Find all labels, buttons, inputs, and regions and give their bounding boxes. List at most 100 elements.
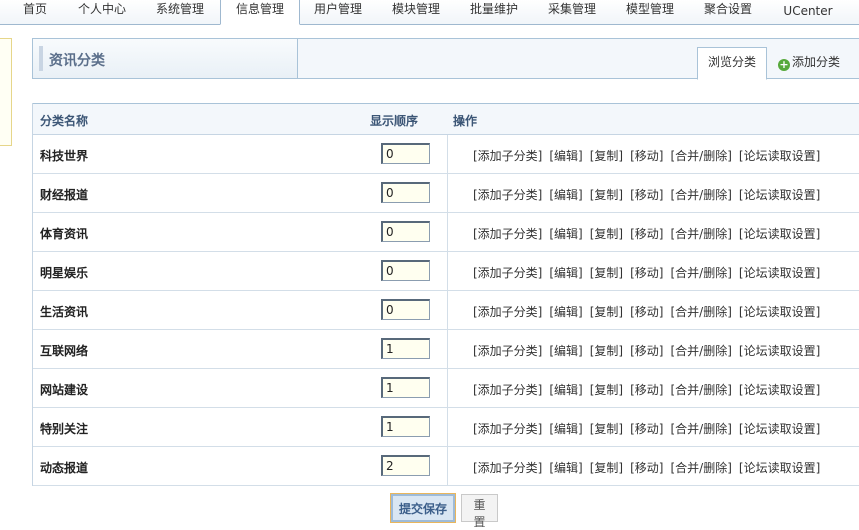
- add-child-category-link[interactable]: [添加子分类]: [473, 383, 542, 397]
- merge-delete-link[interactable]: [合并/删除]: [671, 422, 732, 436]
- edit-link[interactable]: [编辑]: [549, 266, 582, 280]
- display-order-input[interactable]: [381, 221, 430, 242]
- edit-link[interactable]: [编辑]: [549, 188, 582, 202]
- merge-delete-link[interactable]: [合并/删除]: [671, 305, 732, 319]
- move-link[interactable]: [移动]: [630, 305, 663, 319]
- column-divider: [447, 369, 448, 407]
- edit-link[interactable]: [编辑]: [549, 344, 582, 358]
- merge-delete-link[interactable]: [合并/删除]: [671, 383, 732, 397]
- copy-link[interactable]: [复制]: [590, 188, 623, 202]
- merge-delete-link[interactable]: [合并/删除]: [671, 461, 732, 475]
- section-title-box: 资讯分类: [33, 39, 298, 78]
- merge-delete-link[interactable]: [合并/删除]: [671, 227, 732, 241]
- edit-link[interactable]: [编辑]: [549, 305, 582, 319]
- move-link[interactable]: [移动]: [630, 422, 663, 436]
- add-child-category-link[interactable]: [添加子分类]: [473, 188, 542, 202]
- move-link[interactable]: [移动]: [630, 227, 663, 241]
- tab-info-management[interactable]: 信息管理: [220, 0, 300, 25]
- row-actions: [添加子分类] [编辑] [复制] [移动] [合并/删除] [论坛读取设置]: [473, 147, 827, 164]
- table-row: 财经报道 [添加子分类] [编辑] [复制] [移动] [合并/删除] [论坛读取设置]: [33, 174, 859, 213]
- row-actions: [添加子分类] [编辑] [复制] [移动] [合并/删除] [论坛读取设置]: [473, 303, 827, 320]
- forum-read-settings-link[interactable]: [论坛读取设置]: [739, 227, 820, 241]
- forum-read-settings-link[interactable]: [论坛读取设置]: [739, 344, 820, 358]
- forum-read-settings-link[interactable]: [论坛读取设置]: [739, 461, 820, 475]
- column-divider: [447, 252, 448, 290]
- edit-link[interactable]: [编辑]: [549, 461, 582, 475]
- tab-system-management[interactable]: 系统管理: [150, 0, 210, 22]
- display-order-input[interactable]: [381, 182, 430, 203]
- tab-collect-management[interactable]: 采集管理: [542, 0, 602, 22]
- edit-link[interactable]: [编辑]: [549, 227, 582, 241]
- tab-batch-maintenance[interactable]: 批量维护: [464, 0, 524, 22]
- tab-personal-center[interactable]: 个人中心: [72, 0, 132, 22]
- move-link[interactable]: [移动]: [630, 383, 663, 397]
- submit-save-button[interactable]: 提交保存: [390, 493, 456, 523]
- tab-module-management[interactable]: 模块管理: [386, 0, 446, 22]
- category-name: 明星娱乐: [40, 266, 89, 280]
- copy-link[interactable]: [复制]: [590, 305, 623, 319]
- display-order-input[interactable]: [381, 455, 430, 476]
- forum-read-settings-link[interactable]: [论坛读取设置]: [739, 422, 820, 436]
- copy-link[interactable]: [复制]: [590, 422, 623, 436]
- row-actions: [添加子分类] [编辑] [复制] [移动] [合并/删除] [论坛读取设置]: [473, 264, 827, 281]
- row-actions: [添加子分类] [编辑] [复制] [移动] [合并/删除] [论坛读取设置]: [473, 459, 827, 476]
- add-child-category-link[interactable]: [添加子分类]: [473, 266, 542, 280]
- add-category-link[interactable]: + 添加分类: [778, 54, 840, 71]
- display-order-input[interactable]: [381, 377, 430, 398]
- move-link[interactable]: [移动]: [630, 149, 663, 163]
- copy-link[interactable]: [复制]: [590, 344, 623, 358]
- reset-button[interactable]: 重置: [461, 494, 498, 529]
- display-order-input[interactable]: [381, 260, 430, 281]
- display-order-input[interactable]: [381, 416, 430, 437]
- copy-link[interactable]: [复制]: [590, 266, 623, 280]
- edit-link[interactable]: [编辑]: [549, 383, 582, 397]
- add-child-category-link[interactable]: [添加子分类]: [473, 227, 542, 241]
- display-order-input[interactable]: [381, 338, 430, 359]
- column-divider: [447, 135, 448, 173]
- tab-model-management[interactable]: 模型管理: [620, 0, 680, 22]
- move-link[interactable]: [移动]: [630, 344, 663, 358]
- forum-read-settings-link[interactable]: [论坛读取设置]: [739, 383, 820, 397]
- move-link[interactable]: [移动]: [630, 266, 663, 280]
- column-divider: [447, 330, 448, 368]
- tab-browse-categories[interactable]: 浏览分类: [697, 47, 767, 80]
- forum-read-settings-link[interactable]: [论坛读取设置]: [739, 305, 820, 319]
- forum-read-settings-link[interactable]: [论坛读取设置]: [739, 188, 820, 202]
- edit-link[interactable]: [编辑]: [549, 422, 582, 436]
- add-child-category-link[interactable]: [添加子分类]: [473, 461, 542, 475]
- table-header: 分类名称 显示顺序 操作: [33, 103, 859, 135]
- move-link[interactable]: [移动]: [630, 188, 663, 202]
- copy-link[interactable]: [复制]: [590, 461, 623, 475]
- edit-link[interactable]: [编辑]: [549, 149, 582, 163]
- display-order-input[interactable]: [381, 143, 430, 164]
- add-child-category-link[interactable]: [添加子分类]: [473, 305, 542, 319]
- merge-delete-link[interactable]: [合并/删除]: [671, 188, 732, 202]
- column-header-name: 分类名称: [40, 114, 89, 128]
- tab-home[interactable]: 首页: [14, 0, 56, 22]
- copy-link[interactable]: [复制]: [590, 383, 623, 397]
- forum-read-settings-link[interactable]: [论坛读取设置]: [739, 266, 820, 280]
- add-child-category-link[interactable]: [添加子分类]: [473, 422, 542, 436]
- add-child-category-link[interactable]: [添加子分类]: [473, 149, 542, 163]
- table-row: 体育资讯 [添加子分类] [编辑] [复制] [移动] [合并/删除] [论坛读取设置]: [33, 213, 859, 252]
- tab-ucenter[interactable]: UCenter: [776, 2, 840, 24]
- column-divider: [447, 174, 448, 212]
- column-divider: [447, 447, 448, 485]
- move-link[interactable]: [移动]: [630, 461, 663, 475]
- add-child-category-link[interactable]: [添加子分类]: [473, 344, 542, 358]
- tab-aggregate-settings[interactable]: 聚合设置: [698, 0, 758, 22]
- table-row: 特别关注 [添加子分类] [编辑] [复制] [移动] [合并/删除] [论坛读取设置]: [33, 408, 859, 447]
- left-side-panel: [0, 38, 12, 146]
- copy-link[interactable]: [复制]: [590, 227, 623, 241]
- table-row: 互联网络 [添加子分类] [编辑] [复制] [移动] [合并/删除] [论坛读取设置]: [33, 330, 859, 369]
- forum-read-settings-link[interactable]: [论坛读取设置]: [739, 149, 820, 163]
- merge-delete-link[interactable]: [合并/删除]: [671, 266, 732, 280]
- table-row: 科技世界 [添加子分类] [编辑] [复制] [移动] [合并/删除] [论坛读取设置]: [33, 135, 859, 174]
- copy-link[interactable]: [复制]: [590, 149, 623, 163]
- column-header-ops: 操作: [453, 114, 478, 128]
- display-order-input[interactable]: [381, 299, 430, 320]
- tab-user-management[interactable]: 用户管理: [308, 0, 368, 22]
- merge-delete-link[interactable]: [合并/删除]: [671, 344, 732, 358]
- section-header: 资讯分类 浏览分类 + 添加分类: [32, 38, 859, 80]
- merge-delete-link[interactable]: [合并/删除]: [671, 149, 732, 163]
